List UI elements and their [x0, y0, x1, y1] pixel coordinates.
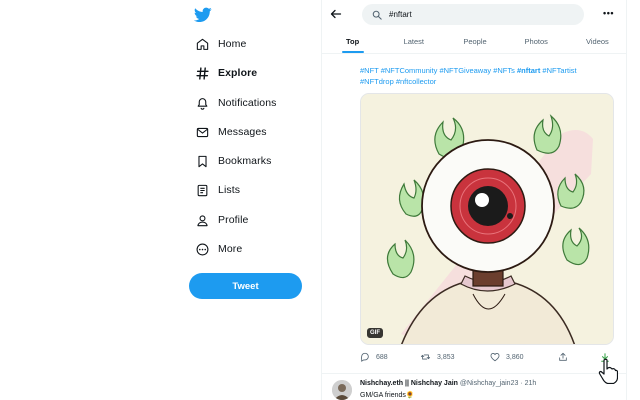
like-count: 3,860 [506, 353, 524, 361]
like-button[interactable]: 3,860 [490, 352, 524, 362]
tab-latest[interactable]: Latest [383, 30, 444, 53]
hashtag-links[interactable]: #NFT #NFTCommunity #NFTGiveaway #NFTs [360, 66, 517, 75]
sidebar-item-label: Profile [218, 214, 249, 226]
back-arrow-icon[interactable] [330, 8, 342, 20]
left-sidebar: Home Explore Notifications Messages Book… [0, 0, 320, 400]
share-button[interactable] [558, 352, 574, 362]
tweet-divider [322, 373, 626, 374]
sidebar-item-label: Home [218, 38, 247, 50]
avatar[interactable] [332, 380, 352, 400]
sidebar-item-label: Lists [218, 184, 241, 196]
nft-eyeball-artwork [361, 94, 613, 344]
author-handle-time[interactable]: @Nishchay_jain23 · 21h [460, 380, 536, 387]
gif-badge: GIF [367, 328, 383, 338]
sidebar-item-notifications[interactable]: Notifications [190, 91, 277, 115]
search-input[interactable]: #nftart [362, 4, 584, 25]
next-tweet[interactable]: Nishchay.eth || Nishchay Jain @Nishchay_… [332, 378, 626, 400]
tab-photos[interactable]: Photos [506, 30, 567, 53]
tweet-hashtags: #NFT #NFTCommunity #NFTGiveaway #NFTs #n… [360, 66, 620, 87]
tab-people[interactable]: People [444, 30, 505, 53]
reply-icon [361, 352, 369, 362]
sidebar-item-lists[interactable]: Lists [190, 178, 240, 202]
sidebar-item-more[interactable]: More [190, 237, 242, 261]
hashtag-nftart[interactable]: #nftart [517, 66, 540, 75]
heart-icon [490, 353, 500, 362]
person-icon [194, 212, 210, 228]
tweet-text: GM/GA friends🌻 [360, 392, 415, 399]
bookmark-icon [194, 153, 210, 169]
sidebar-item-label: Messages [218, 126, 267, 138]
author-name[interactable]: Nishchay.eth || Nishchay Jain [360, 380, 458, 387]
tweet-button[interactable]: Tweet [189, 273, 302, 299]
search-icon [372, 10, 382, 20]
hashtag-links-line2[interactable]: #NFTdrop #nftcollector [360, 77, 436, 86]
sidebar-item-label: Notifications [218, 97, 277, 109]
tab-videos[interactable]: Videos [567, 30, 626, 53]
tweet-actions: 688 3,853 3,860 [360, 352, 620, 366]
tab-top[interactable]: Top [322, 30, 383, 53]
sidebar-item-messages[interactable]: Messages [190, 120, 267, 144]
reply-count: 688 [376, 353, 388, 361]
main-column: #nftart ••• Top Latest People Photos Vid… [321, 0, 627, 400]
sidebar-item-label: Explore [218, 67, 258, 79]
more-circle-icon [194, 241, 210, 257]
sidebar-item-label: More [218, 243, 243, 255]
hand-pointer-cursor-icon [598, 358, 618, 384]
retweet-icon [420, 354, 431, 360]
search-tabs: Top Latest People Photos Videos [322, 30, 626, 54]
sidebar-item-explore[interactable]: Explore [190, 61, 257, 85]
search-query: #nftart [389, 10, 412, 19]
sidebar-item-profile[interactable]: Profile [190, 208, 248, 232]
hashtag-nftartist[interactable]: #NFTartist [540, 66, 576, 75]
home-icon [194, 36, 210, 52]
reply-button[interactable]: 688 [360, 352, 388, 362]
search-header: #nftart ••• [322, 0, 626, 30]
bell-icon [194, 95, 210, 111]
more-options-icon[interactable]: ••• [603, 8, 614, 18]
sidebar-item-bookmarks[interactable]: Bookmarks [190, 149, 271, 173]
twitter-bird-logo-icon[interactable] [194, 7, 212, 23]
retweet-button[interactable]: 3,853 [420, 352, 455, 362]
tweet-author: Nishchay.eth || Nishchay Jain @Nishchay_… [360, 380, 536, 387]
share-icon [559, 352, 567, 361]
sidebar-item-label: Bookmarks [218, 155, 272, 167]
list-icon [194, 182, 210, 198]
retweet-count: 3,853 [437, 353, 455, 361]
hashtag-icon [194, 65, 210, 81]
sidebar-item-home[interactable]: Home [190, 32, 246, 56]
tweet-media-gif[interactable]: GIF [360, 93, 614, 345]
envelope-icon [194, 124, 210, 140]
